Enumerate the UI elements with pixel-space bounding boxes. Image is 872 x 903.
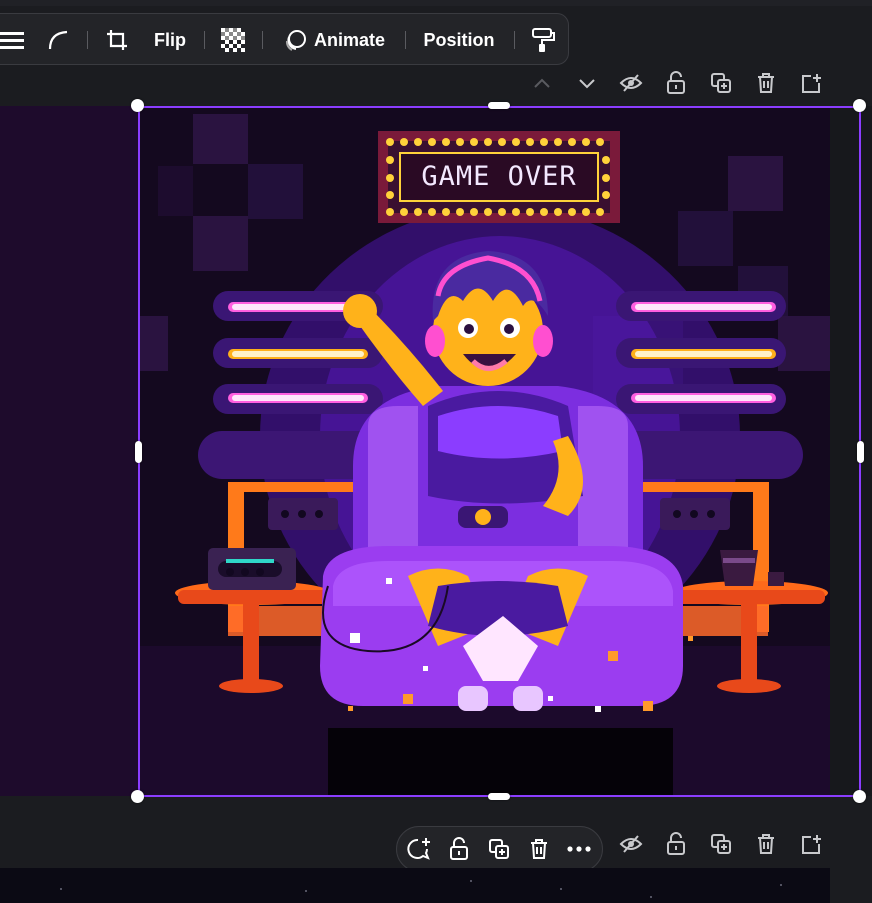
animate-label: Animate [313,29,385,50]
duplicate-icon[interactable] [485,835,513,863]
resize-handle-left[interactable] [135,441,142,463]
hide-icon[interactable] [617,69,645,97]
add-page-icon[interactable] [797,69,825,97]
toolbar-divider [204,31,205,49]
corner-rounding-icon[interactable] [41,14,77,66]
flip-button[interactable]: Flip [147,14,193,66]
position-button[interactable]: Position [419,14,499,66]
lock-icon[interactable] [662,830,690,858]
copy-style-icon[interactable] [528,14,558,66]
resize-handle-bottom-left[interactable] [131,790,144,803]
trash-icon[interactable] [752,69,780,97]
canvas-gutter [829,106,872,796]
animate-button[interactable]: Animate [277,14,392,66]
more-icon[interactable] [565,835,593,863]
lock-icon[interactable] [445,835,473,863]
chevron-down-icon[interactable] [573,69,601,97]
sign-text: GAME OVER [421,161,577,192]
toolbar-divider [514,31,515,49]
duplicate-icon[interactable] [707,69,735,97]
toolbar-divider [87,31,88,49]
resize-handle-bottom-right[interactable] [853,790,866,803]
resize-handle-right[interactable] [857,441,864,463]
hide-icon[interactable] [617,830,645,858]
resize-handle-top-right[interactable] [853,99,866,112]
top-edge [0,0,872,6]
lock-icon[interactable] [662,69,690,97]
trash-icon[interactable] [525,835,553,863]
toolbar-divider [262,31,263,49]
game-over-illustration[interactable]: GAME OVER [138,106,830,796]
duplicate-icon[interactable] [707,830,735,858]
add-page-icon[interactable] [797,830,825,858]
trash-icon[interactable] [752,830,780,858]
page-background [0,106,138,796]
comment-add-icon[interactable] [405,835,433,863]
element-toolbar: Flip Animate Position [0,13,569,65]
resize-handle-top[interactable] [488,102,510,109]
toolbar-divider [405,31,406,49]
element-context-menu [396,826,603,872]
animate-icon [284,28,308,52]
transparency-icon[interactable] [217,14,249,66]
chevron-up-icon[interactable] [528,69,556,97]
resize-handle-bottom[interactable] [488,793,510,800]
next-page-preview[interactable] [0,868,830,903]
menu-icon[interactable] [0,14,27,66]
crop-icon[interactable] [100,14,134,66]
resize-handle-top-left[interactable] [131,99,144,112]
